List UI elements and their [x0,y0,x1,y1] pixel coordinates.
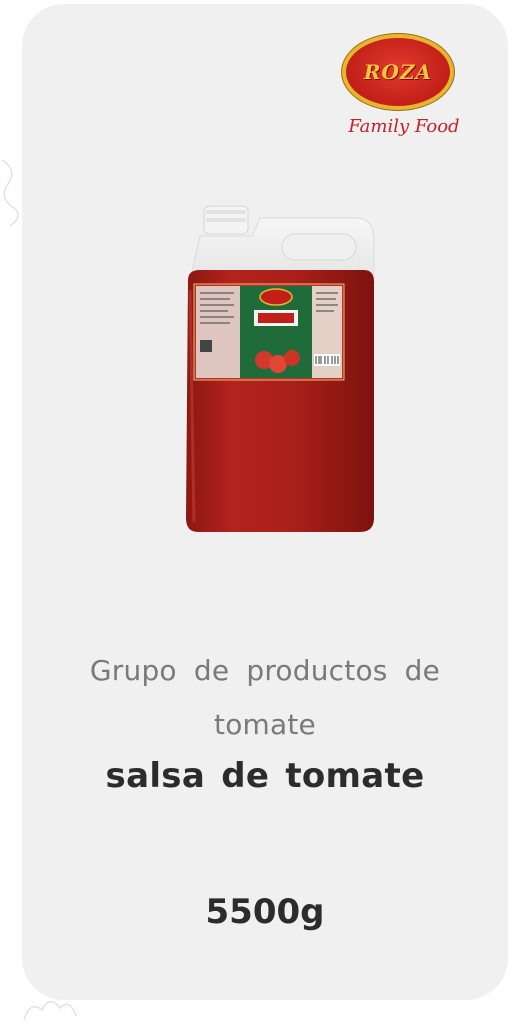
product-group-label: Grupo de productos de tomate [89,654,441,741]
product-card[interactable]: ROZA Family Food Grupo de productos de t… [22,4,508,1000]
product-weight: 5500g [205,892,325,932]
product-info: Grupo de productos de tomate salsa de to… [22,644,508,796]
brand-logo: ROZA Family Food [342,38,466,158]
brand-logo-subtitle: Family Food [348,116,460,137]
brand-logo-badge: ROZA [346,38,450,106]
tomato-sauce-jug-icon [186,205,375,532]
brand-logo-text: ROZA [363,60,433,84]
product-name: salsa de tomate [105,756,425,796]
